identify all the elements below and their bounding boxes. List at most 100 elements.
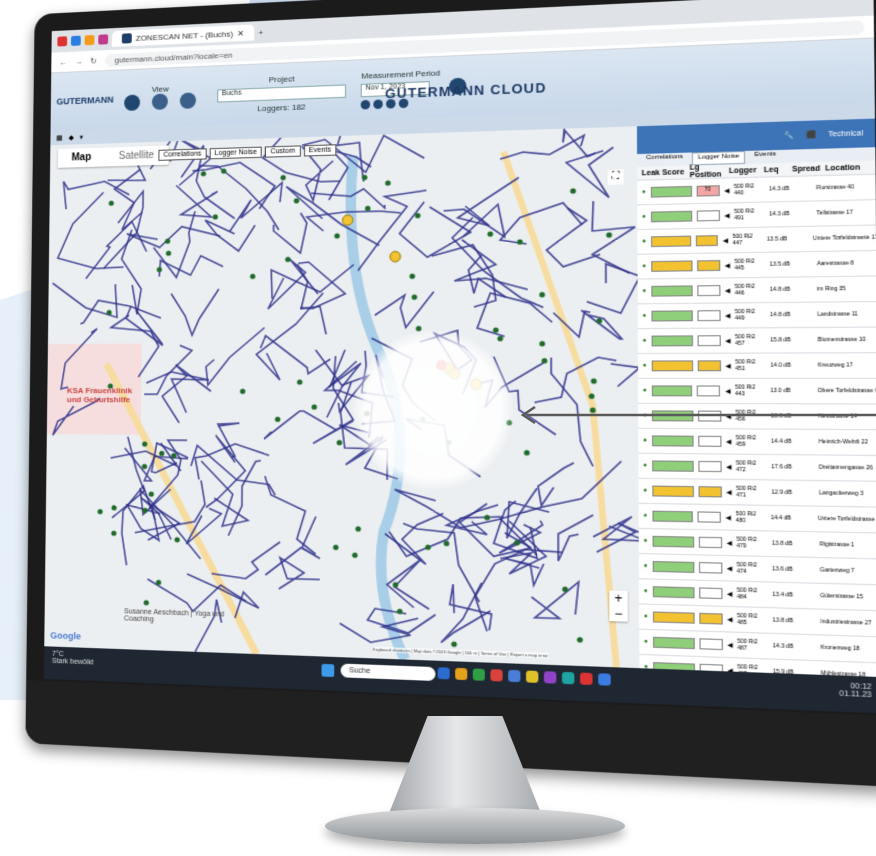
logger-id: 500 Ri2 447: [732, 233, 753, 247]
first-icon[interactable]: [361, 99, 371, 110]
col-leak-score[interactable]: Leak Score: [642, 168, 685, 177]
prev-icon[interactable]: [373, 98, 384, 109]
logger-id: 500 Ri2 485: [737, 612, 758, 627]
position-bar: [696, 210, 720, 222]
zoom-in-icon[interactable]: +: [609, 591, 627, 607]
table-row[interactable]: ● ◀ 500 Ri2 457 15.8 dB Blumenstrasse 10: [637, 327, 876, 355]
position-bar: [696, 285, 721, 297]
wrench-icon[interactable]: [152, 92, 169, 110]
table-row[interactable]: ● ◀ 500 Ri2 471 12.9 dB Langackerweg 3: [638, 478, 876, 508]
table-row[interactable]: ● ◀ 500 Ri2 449 14.8 dB Landstrasse 11: [637, 302, 876, 330]
position-bar: [698, 536, 722, 549]
taskbar-app-icon[interactable]: [437, 667, 450, 680]
table-row[interactable]: ● ◀ 500 Ri2 443 13.0 dB Obere Torfeldstrasse…: [638, 378, 876, 405]
close-icon[interactable]: ✕: [237, 28, 244, 37]
table-row[interactable]: ● ◀ 500 Ri2 447 13.5 dB Untere Torfeldstrass…: [637, 225, 876, 255]
logger-noise-button[interactable]: Logger Noise: [209, 146, 263, 160]
clock-date: 01.11.23: [839, 690, 872, 700]
col-logger[interactable]: Logger: [729, 166, 759, 174]
taskbar-app-icon[interactable]: [526, 670, 539, 683]
app-tab-icon[interactable]: [98, 34, 109, 45]
speaker-icon: ◀: [722, 237, 729, 245]
taskbar-app-icon[interactable]: [580, 672, 593, 686]
location: Dreitannengasse 26: [818, 464, 873, 472]
gear-icon[interactable]: [180, 91, 197, 109]
col-position[interactable]: Lg Position: [690, 163, 725, 179]
leak-score-bar: [652, 611, 695, 624]
forward-icon[interactable]: →: [75, 57, 83, 66]
location: im Ring 35: [817, 285, 846, 293]
wrench-icon[interactable]: 🔧: [784, 131, 794, 140]
monitor-stand-base: [325, 808, 625, 844]
events-button[interactable]: Events: [303, 144, 337, 157]
taskbar-app-icon[interactable]: [561, 671, 575, 685]
col-leq[interactable]: Leq: [764, 166, 788, 174]
settings-view-icon[interactable]: [124, 93, 141, 111]
technical-button[interactable]: Technical: [828, 129, 863, 138]
project-select[interactable]: Buchs: [217, 83, 347, 103]
status-dot-icon: ●: [643, 512, 648, 520]
start-icon[interactable]: [321, 663, 335, 678]
app-tab-icon[interactable]: [84, 34, 95, 46]
logger-marker: [239, 388, 246, 394]
speaker-icon: ◀: [725, 514, 732, 522]
reload-icon[interactable]: ↻: [90, 56, 97, 65]
filter-icon[interactable]: ◆: [68, 134, 73, 142]
position-bar: [697, 511, 721, 523]
fullscreen-icon[interactable]: ⛶: [607, 169, 624, 185]
gmail-icon[interactable]: [57, 36, 68, 47]
taskbar-app-icon[interactable]: [598, 673, 611, 686]
zoom-out-icon[interactable]: −: [609, 606, 627, 622]
taskbar-app-icon[interactable]: [490, 669, 503, 682]
puzzle-icon[interactable]: ⬛: [806, 130, 816, 139]
location: Tellstrasse 17: [816, 209, 853, 217]
weather-widget[interactable]: 7°C Stark bewölkt: [52, 651, 94, 667]
map-tab[interactable]: Map: [58, 148, 105, 168]
logger-marker: [492, 327, 499, 333]
custom-button[interactable]: Custom: [265, 145, 301, 158]
status-dot-icon: ●: [642, 263, 647, 270]
map-panel[interactable]: Map Satellite Correlations Logger Noise …: [44, 126, 640, 669]
new-tab-button[interactable]: +: [258, 27, 263, 36]
tab-correlations[interactable]: Correlations: [642, 153, 688, 167]
correlations-button[interactable]: Correlations: [158, 148, 207, 161]
leq-value: 15.8 dB: [770, 337, 791, 344]
col-location[interactable]: Location: [825, 164, 860, 173]
leak-score-bar: [651, 510, 694, 523]
location: Untere Torfeldstrasse 4: [817, 515, 876, 524]
location: Flurstrasse 40: [816, 184, 855, 192]
logger-id: 500 Ri2 480: [735, 510, 756, 525]
leq-value: 13.8 dB: [771, 540, 793, 548]
logger-id: 500 Ri2 479: [736, 536, 757, 550]
col-spread[interactable]: Spread: [792, 165, 820, 173]
layers-icon[interactable]: ▦: [56, 134, 63, 142]
taskbar-clock[interactable]: 00:12 01.11.23: [839, 682, 872, 700]
taskbar-app-icon[interactable]: [543, 671, 557, 684]
leq-value: 13.0 dB: [770, 387, 791, 395]
table-row[interactable]: ● ◀ 500 Ri2 451 14.0 dB Kreuzweg 17: [637, 353, 876, 379]
google-logo: Google: [50, 630, 81, 642]
app-tab-icon[interactable]: [70, 35, 81, 46]
leak-score-bar: [651, 485, 694, 498]
leq-value: 14.0 dB: [770, 362, 791, 369]
position-bar: [697, 335, 721, 347]
status-dot-icon: ●: [643, 638, 649, 646]
back-icon[interactable]: ←: [59, 57, 67, 66]
position-bar: [698, 587, 723, 600]
taskbar-search[interactable]: Suche: [340, 663, 436, 682]
table-row[interactable]: ● ◀ 500 Ri2 459 14.4 dB Heinrich-Wehrli 22: [638, 428, 876, 457]
table-row[interactable]: ● ◀ 500 Ri2 445 13.5 dB Aarestrasse 8: [637, 251, 876, 280]
location: Aarestrasse 8: [816, 260, 854, 268]
tab-events[interactable]: Events: [750, 150, 781, 164]
hospital-label[interactable]: KSA Frauenklinik und Geburtshilfe: [67, 386, 147, 404]
table-row[interactable]: ● ◀ 500 Ri2 472 17.6 dB Dreitannengasse 26: [638, 453, 876, 482]
taskbar-app-icon[interactable]: [472, 668, 485, 681]
taskbar-app-icon[interactable]: [508, 669, 521, 683]
location: Industriestrasse 27: [820, 618, 872, 627]
leq-value: 13.6 dB: [772, 565, 793, 574]
dropdown-icon[interactable]: ▾: [80, 133, 84, 141]
leak-score-bar: [650, 185, 692, 198]
table-row[interactable]: ● ◀ 500 Ri2 446 14.8 dB im Ring 35: [637, 276, 876, 305]
position-bar: [698, 562, 722, 574]
taskbar-app-icon[interactable]: [455, 667, 468, 681]
